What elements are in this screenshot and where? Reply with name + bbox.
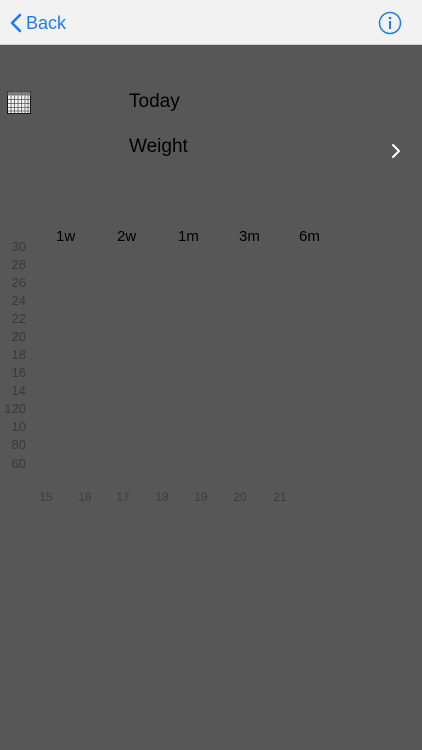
y-axis-tick: 28	[11, 257, 26, 272]
y-axis-tick: 60	[11, 456, 26, 471]
chevron-left-icon	[10, 13, 22, 33]
x-axis-tick: 20	[233, 490, 247, 504]
calendar-icon[interactable]	[7, 91, 31, 114]
y-axis-tick: 20	[11, 329, 26, 344]
back-label: Back	[26, 12, 67, 33]
y-axis-tick: 22	[11, 311, 26, 326]
metric-selector-row[interactable]: Weight	[0, 130, 422, 170]
y-axis-tick: 26	[11, 275, 26, 290]
navigation-bar: Back	[0, 0, 422, 45]
tab-range-1w[interactable]: 1w	[56, 228, 75, 245]
x-axis-tick: 15	[39, 490, 53, 504]
info-icon[interactable]	[378, 11, 402, 35]
y-axis-tick: 14	[11, 383, 26, 398]
tab-range-6m[interactable]: 6m	[299, 228, 320, 245]
x-axis-tick: 16	[78, 490, 92, 504]
x-axis-tick: 17	[116, 490, 130, 504]
x-axis-tick: 19	[194, 490, 208, 504]
tab-range-3m[interactable]: 3m	[239, 228, 260, 245]
y-axis-tick: 24	[11, 293, 26, 308]
back-button[interactable]: Back	[10, 10, 66, 36]
y-axis-tick: 10	[11, 419, 26, 434]
x-axis-tick: 21	[273, 490, 287, 504]
chevron-right-icon	[392, 144, 400, 158]
x-axis-tick: 18	[155, 490, 169, 504]
y-axis-tick: 120	[4, 401, 26, 416]
date-label: Today	[129, 91, 180, 112]
metric-label: Weight	[129, 136, 188, 157]
y-axis-tick: 16	[11, 365, 26, 380]
y-axis-tick: 30	[11, 239, 26, 254]
tab-range-1m[interactable]: 1m	[178, 228, 199, 245]
y-axis-tick: 80	[11, 437, 26, 452]
y-axis-tick: 18	[11, 347, 26, 362]
tab-range-2w[interactable]: 2w	[117, 228, 136, 245]
